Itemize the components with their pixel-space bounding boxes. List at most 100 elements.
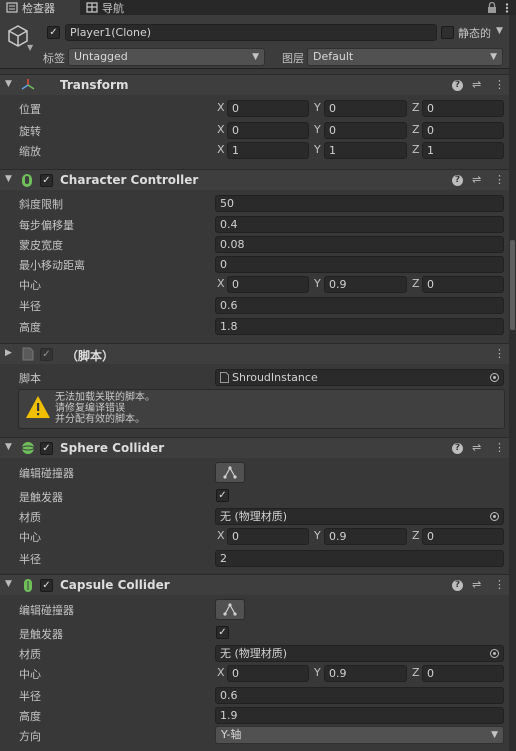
component-menu-icon[interactable]: ⋮ bbox=[494, 78, 505, 91]
tag-dropdown[interactable]: Untagged ▼ bbox=[68, 48, 265, 66]
center-x-field[interactable]: 0 bbox=[227, 528, 309, 545]
component-menu-icon[interactable]: ⋮ bbox=[494, 173, 505, 186]
scale-y-field[interactable]: 1 bbox=[324, 142, 407, 159]
help-icon[interactable]: ? bbox=[452, 175, 463, 186]
edit-collider-button[interactable] bbox=[215, 599, 245, 620]
tab-label: 检查器 bbox=[22, 1, 55, 15]
rotation-y-field[interactable]: 0 bbox=[324, 122, 407, 139]
fold-arrow-icon[interactable]: ▼ bbox=[5, 579, 12, 589]
edit-collider-icon bbox=[223, 603, 237, 616]
height-field[interactable]: 1.8 bbox=[215, 318, 504, 335]
skin-width-field[interactable]: 0.08 bbox=[215, 236, 504, 253]
edit-collider-icon bbox=[223, 466, 237, 479]
scale-x-field[interactable]: 1 bbox=[227, 142, 309, 159]
transform-icon bbox=[21, 79, 35, 90]
icon-dropdown-chevron-icon[interactable]: ▼ bbox=[27, 43, 33, 52]
component-enabled-checkbox[interactable]: ✓ bbox=[40, 442, 53, 455]
component-enabled-checkbox[interactable]: ✓ bbox=[40, 579, 53, 592]
min-move-distance-label: 最小移动距离 bbox=[19, 259, 85, 272]
radius-label: 半径 bbox=[19, 553, 41, 566]
sphere-collider-header[interactable]: ▼ ✓ Sphere Collider ? ⇌ ⋮ bbox=[0, 437, 516, 458]
step-offset-label: 每步偏移量 bbox=[19, 219, 74, 232]
help-icon[interactable]: ? bbox=[452, 80, 463, 91]
static-dropdown-chevron-icon[interactable]: ▼ bbox=[496, 26, 503, 36]
center-z-field[interactable]: 0 bbox=[422, 276, 504, 293]
object-picker-icon[interactable] bbox=[490, 649, 499, 658]
position-x-field[interactable]: 0 bbox=[227, 100, 309, 117]
object-header: ▼ ✓ Player1(Clone) 静态的 ▼ 标签 Untagged ▼ 图层… bbox=[0, 15, 516, 69]
script-file-icon bbox=[220, 372, 229, 383]
component-enabled-checkbox[interactable]: ✓ bbox=[40, 174, 53, 187]
center-z-field[interactable]: 0 bbox=[422, 665, 504, 682]
tab-inspector[interactable]: 检查器 bbox=[0, 0, 80, 15]
radius-field[interactable]: 0.6 bbox=[215, 297, 504, 314]
scrollbar-track[interactable] bbox=[509, 15, 516, 751]
slope-limit-field[interactable]: 50 bbox=[215, 195, 504, 212]
tab-navigation[interactable]: 导航 bbox=[80, 0, 150, 15]
preset-icon[interactable]: ⇌ bbox=[472, 173, 481, 186]
fold-arrow-icon[interactable]: ▼ bbox=[5, 79, 12, 89]
tab-label: 导航 bbox=[102, 1, 124, 15]
height-field[interactable]: 1.9 bbox=[215, 707, 504, 724]
is-trigger-checkbox[interactable]: ✓ bbox=[216, 489, 229, 502]
material-field[interactable]: 无 (物理材质) bbox=[215, 508, 504, 525]
component-enabled-checkbox[interactable]: ✓ bbox=[40, 348, 53, 361]
static-checkbox[interactable] bbox=[441, 26, 454, 39]
position-y-field[interactable]: 0 bbox=[324, 100, 407, 117]
rotation-z-field[interactable]: 0 bbox=[422, 122, 504, 139]
rotation-x-field[interactable]: 0 bbox=[227, 122, 309, 139]
transform-header[interactable]: ▼ Transform ? ⇌ ⋮ bbox=[0, 74, 516, 95]
capsule-collider-icon bbox=[24, 579, 32, 592]
axis-z-label: Z bbox=[412, 101, 420, 114]
active-checkbox[interactable]: ✓ bbox=[47, 26, 60, 39]
radius-field[interactable]: 2 bbox=[215, 550, 504, 567]
preset-icon[interactable]: ⇌ bbox=[472, 578, 481, 591]
script-object-field[interactable]: ShroudInstance bbox=[215, 369, 504, 386]
center-y-field[interactable]: 0.9 bbox=[324, 276, 407, 293]
warning-text: 无法加载关联的脚本。 请修复编译错误 并分配有效的脚本。 bbox=[55, 392, 155, 425]
material-value: 无 (物理材质) bbox=[220, 647, 288, 660]
object-picker-icon[interactable] bbox=[490, 373, 499, 382]
min-move-distance-field[interactable]: 0 bbox=[215, 256, 504, 273]
center-x-field[interactable]: 0 bbox=[227, 276, 309, 293]
fold-arrow-icon[interactable]: ▶ bbox=[5, 348, 12, 358]
script-header[interactable]: ▶ ✓ （脚本） ⋮ bbox=[0, 343, 516, 364]
capsule-collider-header[interactable]: ▼ ✓ Capsule Collider ? ⇌ ⋮ bbox=[0, 574, 516, 595]
layer-dropdown[interactable]: Default ▼ bbox=[307, 48, 503, 66]
position-z-field[interactable]: 0 bbox=[422, 100, 504, 117]
fold-arrow-icon[interactable]: ▼ bbox=[5, 174, 12, 184]
edit-collider-button[interactable] bbox=[215, 462, 245, 483]
direction-dropdown[interactable]: Y-轴 ▼ bbox=[215, 726, 504, 744]
center-z-field[interactable]: 0 bbox=[422, 528, 504, 545]
fold-arrow-icon[interactable]: ▼ bbox=[5, 442, 12, 452]
slope-limit-label: 斜度限制 bbox=[19, 198, 63, 211]
character-controller-header[interactable]: ▼ ✓ Character Controller ? ⇌ ⋮ bbox=[0, 169, 516, 190]
component-title: Transform bbox=[60, 78, 129, 92]
material-field[interactable]: 无 (物理材质) bbox=[215, 645, 504, 662]
step-offset-field[interactable]: 0.4 bbox=[215, 216, 504, 233]
radius-field[interactable]: 0.6 bbox=[215, 687, 504, 704]
preset-icon[interactable]: ⇌ bbox=[472, 441, 481, 454]
tag-label: 标签 bbox=[43, 52, 65, 65]
axis-y-label: Y bbox=[314, 143, 321, 156]
tab-menu-icon[interactable] bbox=[502, 3, 512, 13]
help-icon[interactable]: ? bbox=[452, 580, 463, 591]
preset-icon[interactable]: ⇌ bbox=[472, 78, 481, 91]
scrollbar-thumb[interactable] bbox=[510, 240, 515, 330]
center-label: 中心 bbox=[19, 279, 41, 292]
axis-x-label: X bbox=[217, 277, 225, 290]
warning-box: 无法加载关联的脚本。 请修复编译错误 并分配有效的脚本。 bbox=[18, 389, 505, 429]
component-menu-icon[interactable]: ⋮ bbox=[494, 347, 505, 360]
layer-value: Default bbox=[313, 50, 354, 63]
scale-z-field[interactable]: 1 bbox=[422, 142, 504, 159]
center-y-field[interactable]: 0.9 bbox=[324, 665, 407, 682]
help-icon[interactable]: ? bbox=[452, 443, 463, 454]
component-menu-icon[interactable]: ⋮ bbox=[494, 578, 505, 591]
component-menu-icon[interactable]: ⋮ bbox=[494, 441, 505, 454]
center-y-field[interactable]: 0.9 bbox=[324, 528, 407, 545]
object-picker-icon[interactable] bbox=[490, 512, 499, 521]
is-trigger-checkbox[interactable]: ✓ bbox=[216, 626, 229, 639]
lock-icon[interactable] bbox=[487, 2, 497, 13]
object-name-field[interactable]: Player1(Clone) bbox=[65, 24, 437, 41]
center-x-field[interactable]: 0 bbox=[227, 665, 309, 682]
